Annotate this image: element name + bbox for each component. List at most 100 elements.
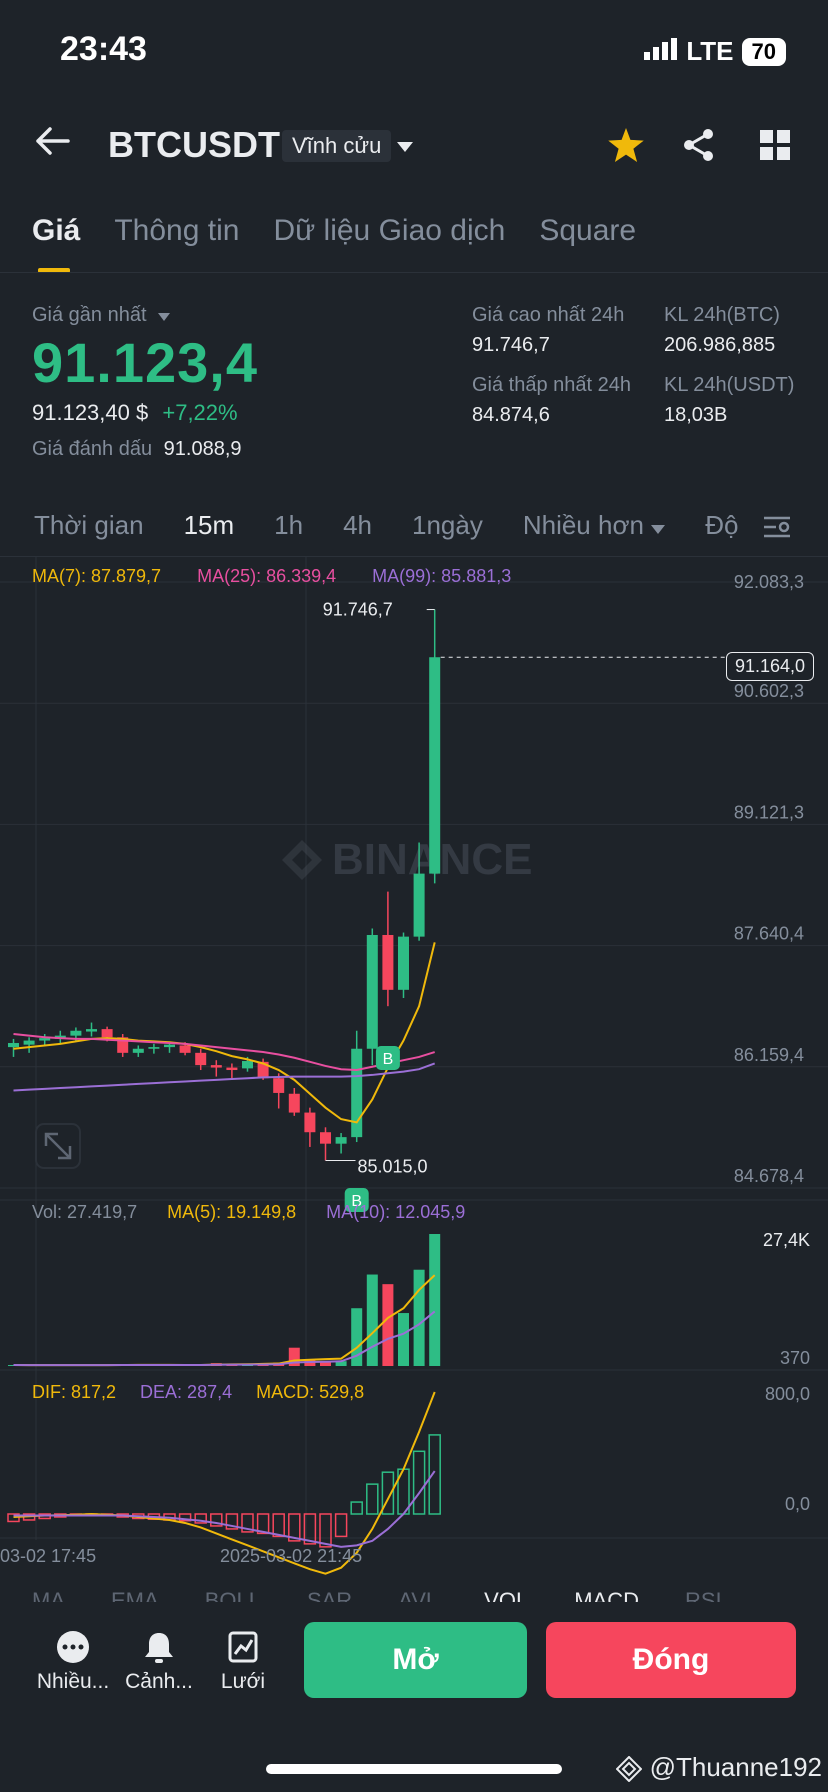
candle-body — [210, 1065, 222, 1068]
volume-bar — [366, 1274, 378, 1366]
tab-price[interactable]: Giá — [32, 214, 80, 248]
vol-ma10-label: MA(10): 12.045,9 — [326, 1202, 466, 1222]
symbol-title[interactable]: BTCUSDT — [108, 124, 280, 166]
high-24h: 91.746,7 — [472, 334, 550, 356]
caret-down-icon — [158, 313, 171, 321]
ind-vol[interactable]: VOL — [484, 1588, 528, 1602]
user-watermark: @Thuanne192 — [615, 1752, 822, 1783]
macd-bar — [334, 1513, 348, 1538]
watermark-username: @Thuanne192 — [649, 1752, 822, 1782]
time-label-2: 2025-03-02 21:45 — [220, 1546, 363, 1566]
dea-label: DEA: 287,4 — [140, 1382, 233, 1402]
candle-body — [429, 657, 441, 874]
open-position-button[interactable]: Mở — [304, 1622, 527, 1698]
ma7-label: MA(7): 87.879,7 — [32, 566, 162, 586]
candle-body — [8, 1043, 19, 1048]
interval-1h[interactable]: 1h — [274, 510, 303, 541]
grid-menu-icon[interactable] — [760, 130, 790, 165]
ind-macd[interactable]: MACD — [574, 1588, 639, 1602]
more-icon — [57, 1631, 89, 1663]
ma99-label: MA(99): 85.881,3 — [372, 566, 512, 586]
star-icon[interactable] — [608, 128, 644, 167]
high-24h-label: Giá cao nhất 24h — [472, 304, 625, 326]
network-label: LTE — [686, 36, 734, 66]
vol-usdt: 18,03B — [664, 404, 728, 426]
tab-info[interactable]: Thông tin — [114, 214, 239, 248]
interval-1d[interactable]: 1ngày — [412, 510, 483, 541]
more-label: Nhiều... — [36, 1670, 110, 1693]
ind-ema[interactable]: EMA — [111, 1588, 159, 1602]
buy-marker-label: B — [383, 1051, 394, 1068]
close-position-button[interactable]: Đóng — [546, 1622, 796, 1698]
ind-sar[interactable]: SAR — [307, 1588, 352, 1602]
candle-body — [413, 873, 425, 937]
candle-body — [351, 1048, 363, 1138]
candle-body — [164, 1044, 175, 1048]
macd-label: MACD: 529,8 — [256, 1382, 365, 1402]
ind-avl[interactable]: AVL — [398, 1588, 438, 1602]
ma25-label: MA(25): 86.339,4 — [197, 566, 337, 586]
volume-bar — [398, 1313, 409, 1366]
interval-depth[interactable]: Độ — [705, 510, 738, 541]
macd-bar — [428, 1434, 441, 1515]
price-axis-label: 87.640,4 — [734, 924, 804, 944]
alert-label: Cảnh... — [125, 1670, 193, 1693]
ind-ma[interactable]: MA — [32, 1588, 65, 1602]
candle-body — [195, 1052, 207, 1066]
low-24h: 84.874,6 — [472, 404, 550, 426]
candle-body — [148, 1047, 160, 1049]
price-axis-label: 89.121,3 — [734, 802, 804, 822]
macd-bar — [412, 1450, 426, 1515]
home-indicator[interactable] — [266, 1764, 562, 1774]
candle-body — [335, 1137, 347, 1144]
more-button[interactable]: Nhiều... — [28, 1630, 118, 1694]
interval-bar: Thời gian 15m 1h 4h 1ngày Nhiều hơn Độ — [34, 510, 738, 541]
vol-btc: 206.986,885 — [664, 334, 776, 356]
interval-4h[interactable]: 4h — [343, 510, 372, 541]
candle-body — [179, 1045, 191, 1053]
chevron-down-icon[interactable] — [396, 140, 414, 158]
signal-icon — [644, 36, 678, 67]
vol-label: Vol: 27.419,7 — [32, 1202, 138, 1222]
tab-square[interactable]: Square — [539, 214, 636, 248]
macd-bar — [272, 1513, 285, 1538]
contract-badge[interactable]: Vĩnh cửu — [282, 130, 392, 162]
vol-axis-top: 27,4K — [762, 1230, 810, 1250]
main-tabs: Giá Thông tin Dữ liệu Giao dịch Square — [32, 214, 636, 248]
tab-trading-data[interactable]: Dữ liệu Giao dịch — [273, 214, 505, 248]
candle-body — [226, 1067, 238, 1071]
price-axis-label: 90.602,3 — [734, 681, 804, 701]
last-price-label[interactable]: Giá gần nhất — [32, 304, 171, 327]
interval-time[interactable]: Thời gian — [34, 510, 144, 541]
current-price-tag[interactable]: 91.164,0 — [726, 652, 815, 681]
candle-body — [86, 1029, 97, 1032]
candle-body — [101, 1029, 113, 1038]
price-change: +7,22% — [162, 400, 238, 425]
share-icon[interactable] — [682, 128, 716, 167]
price-axis-label: 84.678,4 — [734, 1166, 804, 1186]
caret-down-icon — [651, 525, 666, 534]
candle-body — [288, 1093, 300, 1113]
vol-usdt-label: KL 24h(USDT) — [664, 374, 795, 396]
volume-bar — [413, 1269, 425, 1366]
ind-rsi[interactable]: RSI — [685, 1588, 722, 1602]
candle-body — [70, 1030, 82, 1036]
macd-legend: DIF: 817,2 DEA: 287,4 MACD: 529,8 — [32, 1382, 364, 1403]
ind-boll[interactable]: BOLL — [205, 1588, 261, 1602]
interval-more[interactable]: Nhiều hơn — [523, 510, 666, 541]
candle-body — [398, 936, 409, 990]
grid-button[interactable]: Lưới — [198, 1630, 288, 1694]
candle-body — [132, 1048, 144, 1053]
status-time: 23:43 — [60, 30, 147, 68]
macd-bar — [350, 1501, 363, 1515]
candle-body — [366, 934, 378, 1049]
candlestick-chart[interactable]: BINANCE 92.083,3 90.602,3 89.121,3 87.640,4… — [0, 556, 828, 1596]
dif-label: DIF: 817,2 — [32, 1382, 117, 1402]
interval-15m[interactable]: 15m — [184, 510, 235, 541]
expand-icon[interactable] — [35, 1123, 81, 1169]
candle-body — [23, 1040, 35, 1045]
alert-button[interactable]: Cảnh... — [114, 1630, 204, 1694]
back-icon[interactable] — [34, 126, 70, 161]
candle-body — [320, 1132, 331, 1144]
chart-settings-icon[interactable] — [762, 514, 792, 545]
